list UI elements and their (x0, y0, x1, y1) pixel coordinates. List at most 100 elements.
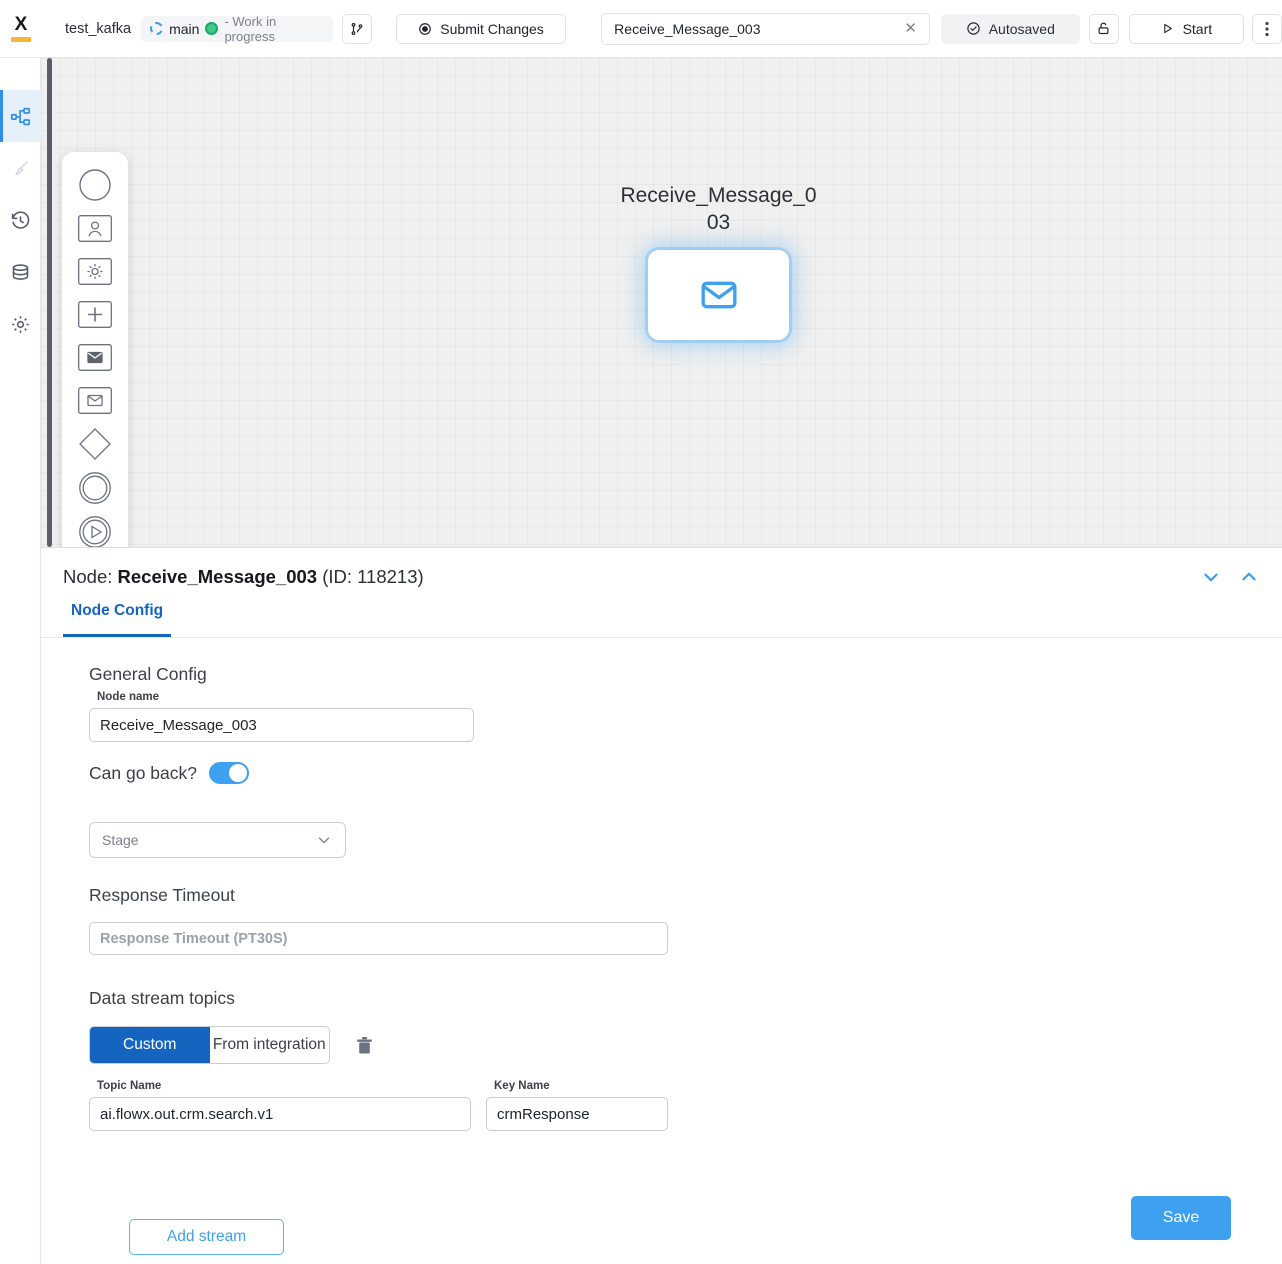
add-stream-button[interactable]: Add stream (129, 1219, 284, 1255)
stream-fields-row: Topic Name ai.flowx.out.crm.search.v1 Ke… (89, 1080, 1282, 1131)
more-vertical-icon (1265, 21, 1269, 36)
search-input[interactable]: Receive_Message_003 ✕ (601, 12, 930, 45)
autosaved-status[interactable]: Autosaved (940, 13, 1080, 44)
lock-button[interactable] (1088, 13, 1119, 44)
record-circle-icon (419, 22, 432, 35)
key-name-value: crmResponse (497, 1105, 590, 1123)
stream-source-row: Custom From integration (89, 1026, 1282, 1064)
delete-stream-button[interactable] (356, 1036, 373, 1055)
palette-start-event-node[interactable] (75, 515, 115, 548)
panel-title-prefix: Node: (63, 566, 118, 587)
palette-exclusive-gateway-node[interactable] (75, 427, 115, 460)
chevron-down-icon (318, 837, 330, 844)
response-timeout-placeholder: Response Timeout (PT30S) (100, 930, 288, 947)
save-button[interactable]: Save (1131, 1196, 1231, 1240)
palette-start-node[interactable] (75, 168, 115, 201)
general-config-heading: General Config (89, 664, 207, 684)
stream-source-custom[interactable]: Custom (90, 1027, 210, 1063)
diamond-icon (79, 427, 111, 460)
data-stream-topics-heading: Data stream topics (89, 988, 235, 1008)
envelope-icon (701, 281, 736, 309)
logo-letter: X (14, 14, 28, 35)
branch-name: main (169, 20, 200, 37)
git-branch-icon (351, 22, 363, 35)
node-config-form: General Config Node name Receive_Message… (41, 638, 1282, 1131)
canvas-node-label: Receive_Message_003 (620, 184, 817, 234)
sidebar-item-settings[interactable] (0, 298, 41, 350)
chevron-up-icon (1242, 572, 1256, 581)
topic-name-field: Topic Name ai.flowx.out.crm.search.v1 (89, 1080, 471, 1131)
stream-source-from-integration[interactable]: From integration (209, 1027, 329, 1063)
tab-node-config[interactable]: Node Config (63, 602, 172, 637)
topic-name-input[interactable]: ai.flowx.out.crm.search.v1 (89, 1097, 471, 1131)
unlock-icon (1098, 22, 1109, 35)
status-ok-icon (205, 22, 219, 35)
node-palette[interactable] (62, 152, 128, 548)
left-rail (0, 58, 41, 1264)
top-bar: X test_kafka main - Work in progress Sub… (0, 0, 1282, 58)
play-circle-icon (79, 515, 111, 548)
panel-expand-button[interactable] (1238, 566, 1260, 588)
brush-icon (14, 160, 28, 175)
sidebar-item-process-editor[interactable] (0, 90, 41, 142)
history-clock-icon (11, 210, 29, 229)
database-icon (12, 263, 28, 280)
key-name-input[interactable]: crmResponse (486, 1097, 668, 1131)
plus-task-icon (78, 300, 112, 328)
gear-task-icon (78, 257, 112, 285)
project-name: test_kafka (65, 20, 132, 37)
can-go-back-toggle[interactable] (209, 762, 249, 784)
panel-title-suffix: (ID: 118213) (317, 566, 424, 587)
user-task-icon (78, 214, 112, 242)
app-logo[interactable]: X (0, 0, 41, 58)
submit-changes-button[interactable]: Submit Changes (395, 13, 567, 44)
topic-name-label: Topic Name (97, 1080, 162, 1092)
flow-canvas[interactable]: Receive_Message_003 (41, 58, 1282, 547)
logo-underline-bar (10, 37, 31, 42)
check-circle-icon (967, 22, 980, 35)
flow-nodes-icon (10, 107, 30, 125)
gear-icon (11, 315, 29, 333)
stream-source-toggle[interactable]: Custom From integration (89, 1026, 330, 1064)
can-go-back-label: Can go back? (89, 762, 197, 783)
node-config-panel: Node: Receive_Message_003 (ID: 118213) N… (41, 547, 1282, 1264)
git-branch-button[interactable] (341, 13, 372, 44)
sidebar-item-history[interactable] (0, 194, 41, 246)
loading-spinner-icon (150, 22, 164, 35)
response-timeout-input[interactable]: Response Timeout (PT30S) (89, 922, 668, 955)
play-icon (1163, 23, 1172, 34)
branch-chip[interactable]: main - Work in progress (141, 13, 333, 44)
topic-name-value: ai.flowx.out.crm.search.v1 (100, 1105, 274, 1123)
sidebar-item-data-model[interactable] (0, 246, 41, 298)
panel-tabs: Node Config (41, 602, 1282, 638)
panel-collapse-button[interactable] (1200, 566, 1222, 588)
close-icon[interactable]: ✕ (904, 21, 917, 36)
key-name-label: Key Name (494, 1080, 550, 1092)
start-button[interactable]: Start (1128, 13, 1244, 44)
app-root: X test_kafka main - Work in progress Sub… (0, 0, 1282, 1264)
palette-plus-node[interactable] (75, 298, 115, 330)
palette-receive-message-node[interactable] (75, 384, 115, 416)
branch-status-text: - Work in progress (224, 13, 277, 44)
panel-title-node-name: Receive_Message_003 (117, 566, 318, 587)
response-timeout-heading: Response Timeout (89, 885, 235, 905)
node-name-value: Receive_Message_003 (100, 716, 257, 734)
stage-select[interactable]: Stage (89, 822, 346, 858)
sidebar-item-theme-editor[interactable] (0, 142, 41, 194)
palette-send-message-node[interactable] (75, 341, 115, 373)
canvas-node-box[interactable] (648, 249, 789, 340)
node-name-input[interactable]: Receive_Message_003 (89, 708, 474, 742)
submit-changes-label: Submit Changes (440, 20, 544, 37)
canvas-node-receive-message[interactable]: Receive_Message_003 (606, 183, 831, 340)
key-name-field: Key Name crmResponse (486, 1080, 668, 1131)
receive-envelope-icon (78, 386, 112, 414)
panel-title: Node: Receive_Message_003 (ID: 118213) (63, 566, 1184, 588)
palette-end-node[interactable] (75, 471, 115, 504)
canvas-scrollbar[interactable] (47, 58, 52, 547)
start-label: Start (1182, 20, 1213, 37)
palette-user-task-node[interactable] (75, 212, 115, 244)
chevron-down-icon (1204, 573, 1218, 582)
more-options-button[interactable] (1251, 13, 1282, 44)
trash-icon (357, 1036, 372, 1053)
palette-service-task-node[interactable] (75, 255, 115, 287)
